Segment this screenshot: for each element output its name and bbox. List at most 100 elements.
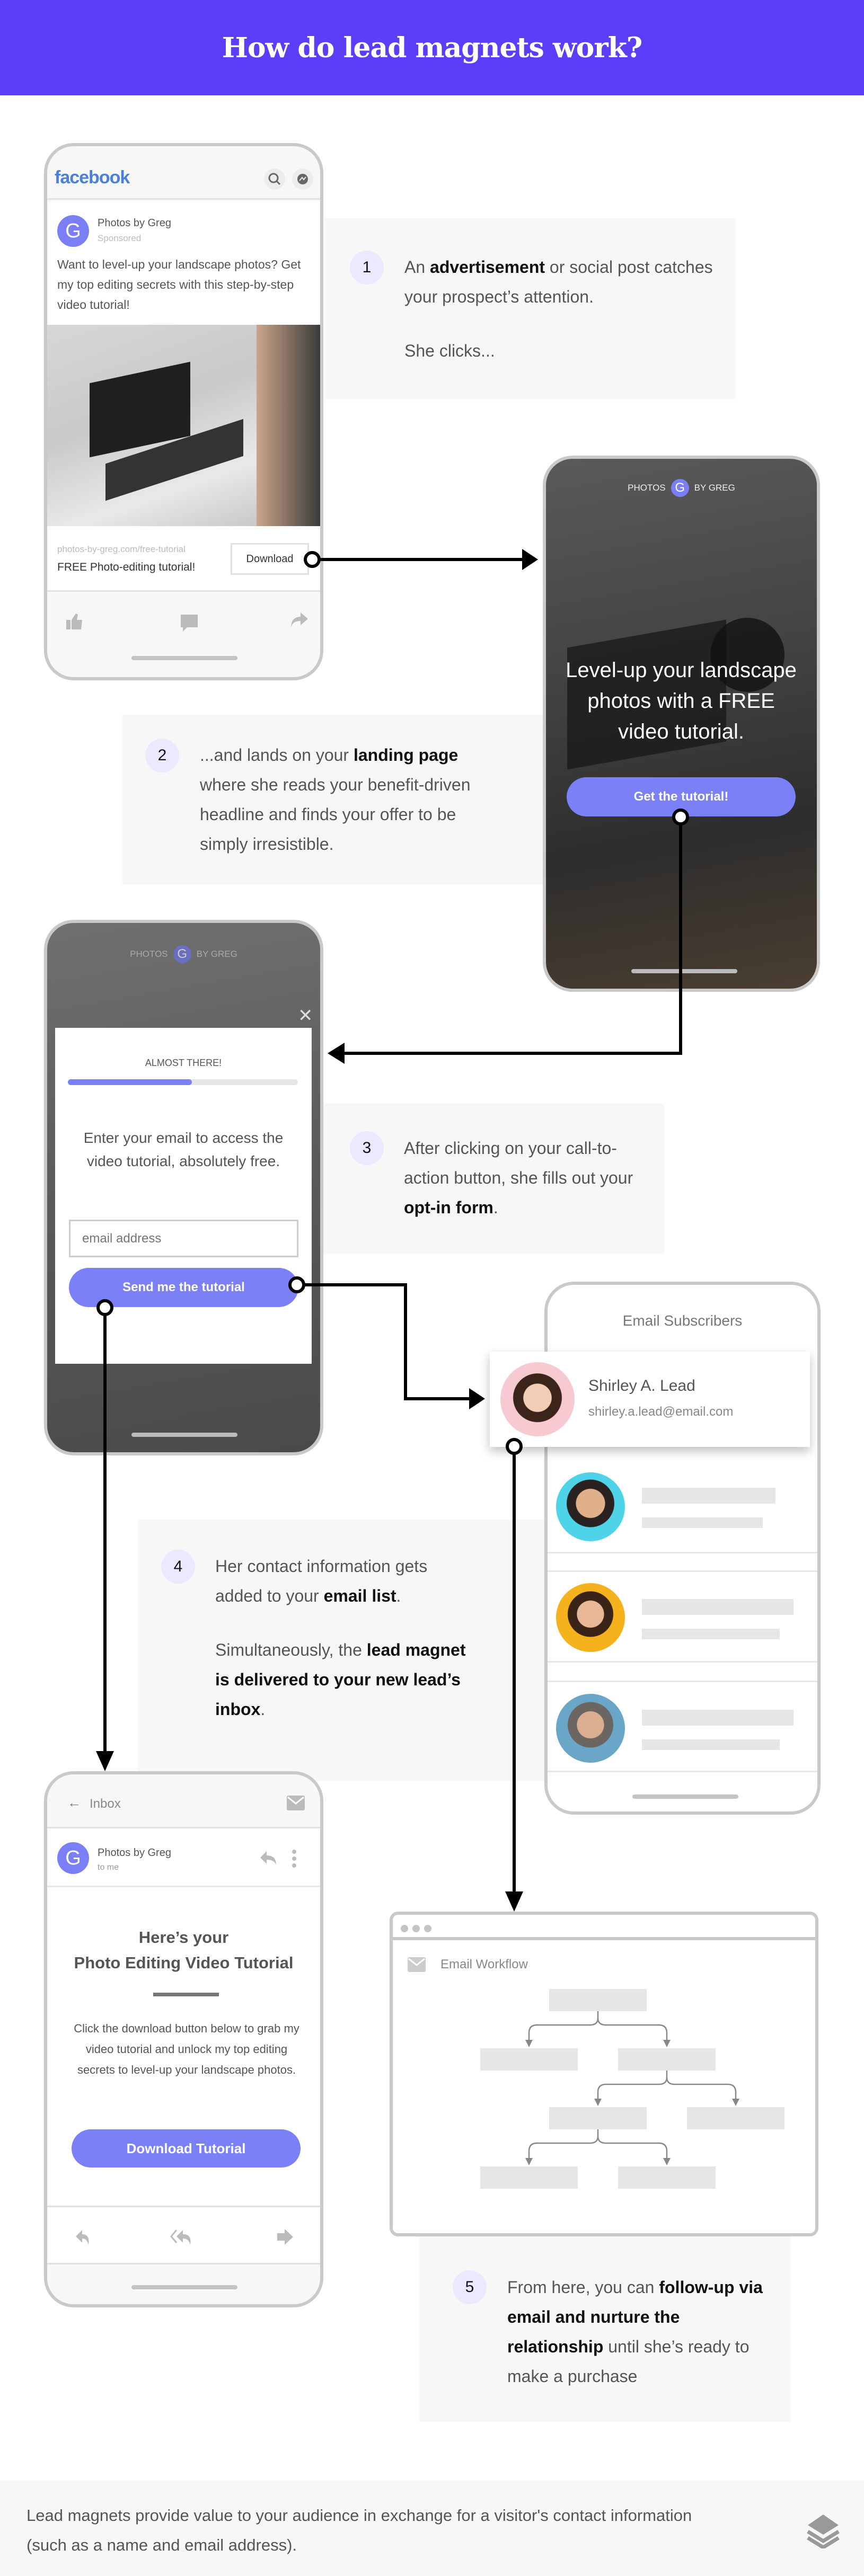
bold-text: opt-in form — [404, 1198, 493, 1217]
comment-icon[interactable] — [180, 614, 199, 635]
get-tutorial-button[interactable]: Get the tutorial! — [567, 777, 796, 816]
page-name[interactable]: Photos by Greg — [98, 217, 171, 229]
post-image — [47, 325, 320, 526]
send-tutorial-button[interactable]: Send me the tutorial — [69, 1268, 298, 1307]
arrowhead — [328, 1043, 345, 1064]
step-1-text: An advertisement or social post catches … — [404, 252, 722, 366]
workflow-node — [480, 2166, 578, 2189]
recipient-label: to me — [98, 1863, 119, 1872]
arrowhead — [505, 1891, 523, 1912]
bold-text: landing page — [353, 745, 459, 765]
workflow-node — [618, 2048, 716, 2071]
download-tutorial-button[interactable]: Download Tutorial — [72, 2129, 301, 2168]
facebook-ad-phone: facebook G Photos by Greg Sponsored Want… — [44, 143, 323, 680]
close-icon[interactable]: ✕ — [298, 1007, 313, 1025]
skeleton-bar — [642, 1488, 775, 1504]
messenger-icon[interactable] — [292, 168, 313, 190]
text: Simultaneously, the — [215, 1640, 367, 1659]
workflow-node — [687, 2107, 784, 2129]
optin-modal: ALMOST THERE! Enter your email to access… — [55, 1028, 312, 1364]
back-arrow-icon[interactable]: ← — [67, 1795, 81, 1811]
text: where she reads your benefit-driven head… — [200, 775, 471, 854]
home-indicator — [632, 1795, 738, 1799]
text: From here, you can — [507, 2278, 659, 2297]
inbox-phone: ← Inbox G Photos by Greg to me Here’s yo… — [44, 1771, 323, 2307]
forward-icon[interactable] — [276, 2229, 294, 2248]
landing-page-phone: PHOTOS G BY GREG Level-up your landscape… — [543, 456, 820, 992]
step-3-text: After clicking on your call-to-action bu… — [404, 1133, 637, 1222]
step-4-text: Her contact information gets added to yo… — [215, 1551, 470, 1724]
footer: Lead magnets provide value to your audie… — [0, 2481, 864, 2576]
email-heading-2: Photo Editing Video Tutorial — [74, 1953, 294, 1972]
link-url: photos-by-greg.com/free-tutorial — [57, 544, 186, 554]
facebook-header: facebook — [47, 146, 320, 200]
step-number-badge: 1 — [350, 251, 384, 285]
step-3-panel: 3 After clicking on your call-to-action … — [324, 1104, 664, 1254]
step-number-badge: 4 — [161, 1550, 195, 1584]
landing-headline: Level-up your landscape photos with a FR… — [566, 659, 797, 743]
brand-avatar: G — [173, 945, 191, 963]
inbox-label[interactable]: Inbox — [90, 1797, 121, 1811]
step-1-panel: 1 An advertisement or social post catche… — [325, 218, 736, 399]
post-body: G Photos by Greg Sponsored Want to level… — [47, 201, 320, 328]
share-icon[interactable] — [290, 611, 309, 631]
mail-icon[interactable] — [287, 1796, 305, 1813]
progress-bar — [68, 1079, 298, 1085]
text: After clicking on your call-to-action bu… — [404, 1139, 633, 1187]
subscribers-title: Email Subscribers — [622, 1312, 743, 1329]
text: . — [396, 1586, 401, 1605]
link-preview[interactable]: photos-by-greg.com/free-tutorial FREE Ph… — [47, 526, 320, 592]
brand-logo: PHOTOS G BY GREG — [47, 945, 320, 963]
reply-all-icon[interactable] — [170, 2229, 197, 2248]
email-body: Click the download button below to grab … — [74, 2022, 299, 2076]
search-icon[interactable] — [264, 168, 285, 190]
reply-icon[interactable] — [75, 2229, 93, 2248]
step-5-text: From here, you can follow-up via email a… — [507, 2272, 772, 2391]
brand-text: PHOTOS — [130, 949, 168, 959]
sender-name: Photos by Greg — [98, 1847, 171, 1859]
step-4-panel: 4 Her contact information gets added to … — [138, 1520, 551, 1781]
skeleton-bar — [642, 1710, 794, 1726]
like-icon[interactable] — [65, 612, 84, 633]
text: An — [404, 257, 430, 277]
home-indicator — [131, 2285, 237, 2289]
subscriber-avatar — [556, 1694, 625, 1763]
brand-logo: PHOTOS G BY GREG — [546, 479, 817, 497]
download-button[interactable]: Download — [231, 543, 309, 575]
workflow-node — [480, 2048, 578, 2071]
step-number-badge: 3 — [350, 1131, 384, 1165]
email-input[interactable] — [69, 1220, 298, 1257]
optin-form-phone: PHOTOS G BY GREG ✕ ALMOST THERE! Enter y… — [44, 920, 323, 1455]
arrowhead — [469, 1388, 485, 1409]
skeleton-bar — [642, 1629, 780, 1639]
page-header: How do lead magnets work? — [0, 0, 864, 95]
inbox-header: ← Inbox — [47, 1774, 320, 1828]
brand-text: PHOTOS — [628, 483, 666, 493]
step-5-panel: 5 From here, you can follow-up via email… — [419, 2236, 791, 2422]
skeleton-bar — [642, 1599, 794, 1615]
text: . — [493, 1198, 498, 1217]
new-lead-avatar — [500, 1362, 575, 1436]
skeleton-bar — [642, 1739, 780, 1750]
skeleton-bar — [642, 1517, 763, 1528]
workflow-node — [549, 1989, 647, 2011]
layers-logo-icon — [806, 2513, 841, 2551]
brand-text: BY GREG — [196, 949, 237, 959]
arrowhead — [522, 549, 538, 570]
reply-icon[interactable] — [259, 1850, 277, 1869]
footer-text: Lead magnets provide value to your audie… — [27, 2506, 692, 2554]
text: . — [260, 1700, 266, 1719]
new-lead-name: Shirley A. Lead — [588, 1377, 695, 1394]
new-lead-card[interactable]: Shirley A. Lead shirley.a.lead@email.com — [490, 1352, 810, 1447]
email-heading-1: Here’s your — [138, 1928, 229, 1947]
more-options-icon[interactable] — [291, 1849, 297, 1871]
step-2-text: ...and lands on your landing page where … — [200, 740, 475, 859]
text: She clicks... — [404, 341, 495, 360]
home-indicator — [631, 969, 737, 973]
email-meta: G Photos by Greg to me — [47, 1830, 320, 1887]
home-indicator — [131, 1433, 237, 1437]
sponsored-label: Sponsored — [98, 233, 142, 243]
workflow-node — [549, 2107, 647, 2129]
avatar: G — [57, 215, 89, 247]
progress-label: ALMOST THERE! — [145, 1058, 222, 1068]
